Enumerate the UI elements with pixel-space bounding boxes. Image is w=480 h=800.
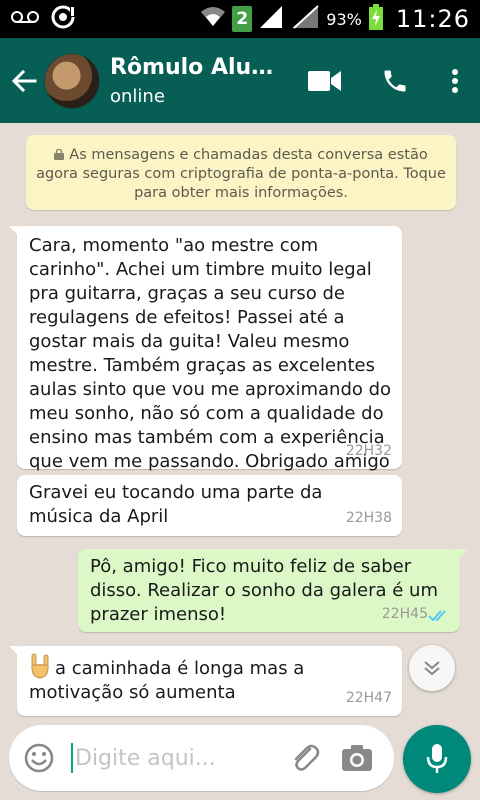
bubble-tail bbox=[9, 226, 21, 238]
bubble-tail bbox=[456, 549, 468, 561]
message-incoming[interactable]: Cara, momento "ao mestre com carinho". A… bbox=[9, 226, 402, 472]
bubble-tail bbox=[9, 646, 21, 658]
rock-hand-icon bbox=[31, 653, 49, 679]
video-call-button[interactable] bbox=[290, 38, 360, 123]
status-bar: 2 93% 11:26 bbox=[0, 0, 480, 38]
paperclip-icon bbox=[294, 744, 320, 771]
signal-icon bbox=[258, 4, 284, 34]
voicemail-icon bbox=[10, 9, 40, 29]
lock-icon bbox=[54, 149, 65, 160]
read-double-check-icon bbox=[428, 610, 446, 622]
contact-status: online bbox=[110, 85, 165, 107]
scroll-to-bottom-button[interactable] bbox=[409, 645, 455, 691]
signal-off-icon bbox=[290, 4, 320, 34]
microphone-icon bbox=[426, 744, 448, 773]
back-arrow-icon bbox=[11, 69, 37, 92]
more-vert-icon bbox=[452, 68, 458, 93]
message-time: 22H38 bbox=[345, 510, 392, 526]
message-incoming[interactable]: Gravei eu tocando uma parte da música da… bbox=[17, 475, 402, 536]
message-outgoing[interactable]: Pô, amigo! Fico muito feliz de saber dis… bbox=[78, 549, 468, 632]
voice-record-button[interactable] bbox=[403, 725, 471, 793]
message-incoming[interactable]: a caminhada é longa mas a motivação só a… bbox=[9, 646, 402, 716]
camera-button[interactable] bbox=[327, 725, 387, 791]
camera-icon bbox=[342, 745, 372, 771]
message-compose-box[interactable] bbox=[9, 725, 394, 791]
contact-info[interactable]: Rômulo Alu… online bbox=[110, 55, 273, 107]
avatar[interactable] bbox=[44, 52, 100, 109]
battery-percent: 93% bbox=[326, 9, 362, 29]
message-time: 22H32 bbox=[345, 443, 392, 459]
phone-icon bbox=[384, 70, 406, 91]
encryption-notice-text: As mensagens e chamadas desta conversa e… bbox=[36, 147, 446, 201]
network-badge: 2 bbox=[232, 6, 253, 32]
clock: 11:26 bbox=[395, 5, 470, 33]
battery-charging-icon bbox=[368, 4, 384, 34]
sync-icon bbox=[50, 4, 76, 34]
chat-area[interactable]: As mensagens e chamadas desta conversa e… bbox=[0, 123, 480, 720]
message-time: 22H45 bbox=[381, 606, 428, 622]
more-options-button[interactable] bbox=[430, 38, 480, 123]
message-text: Gravei eu tocando uma parte da música da… bbox=[29, 482, 323, 527]
message-text: a caminhada é longa mas a motivação só a… bbox=[29, 658, 305, 703]
attach-button[interactable] bbox=[283, 725, 327, 791]
back-button[interactable] bbox=[4, 38, 44, 123]
emoji-button[interactable] bbox=[9, 725, 69, 791]
message-text: Cara, momento "ao mestre com carinho". A… bbox=[29, 235, 392, 472]
text-cursor bbox=[71, 743, 73, 773]
video-call-icon bbox=[308, 70, 341, 91]
chat-header: Rômulo Alu… online bbox=[0, 38, 480, 123]
voice-call-button[interactable] bbox=[360, 38, 430, 123]
message-time: 22H47 bbox=[345, 690, 392, 706]
smiley-icon bbox=[24, 743, 54, 773]
contact-name: Rômulo Alu… bbox=[110, 54, 274, 80]
double-chevron-down-icon bbox=[424, 661, 440, 676]
message-input[interactable] bbox=[75, 745, 275, 771]
encryption-notice[interactable]: As mensagens e chamadas desta conversa e… bbox=[26, 135, 456, 210]
wifi-icon bbox=[200, 6, 226, 32]
input-bar bbox=[0, 720, 480, 800]
